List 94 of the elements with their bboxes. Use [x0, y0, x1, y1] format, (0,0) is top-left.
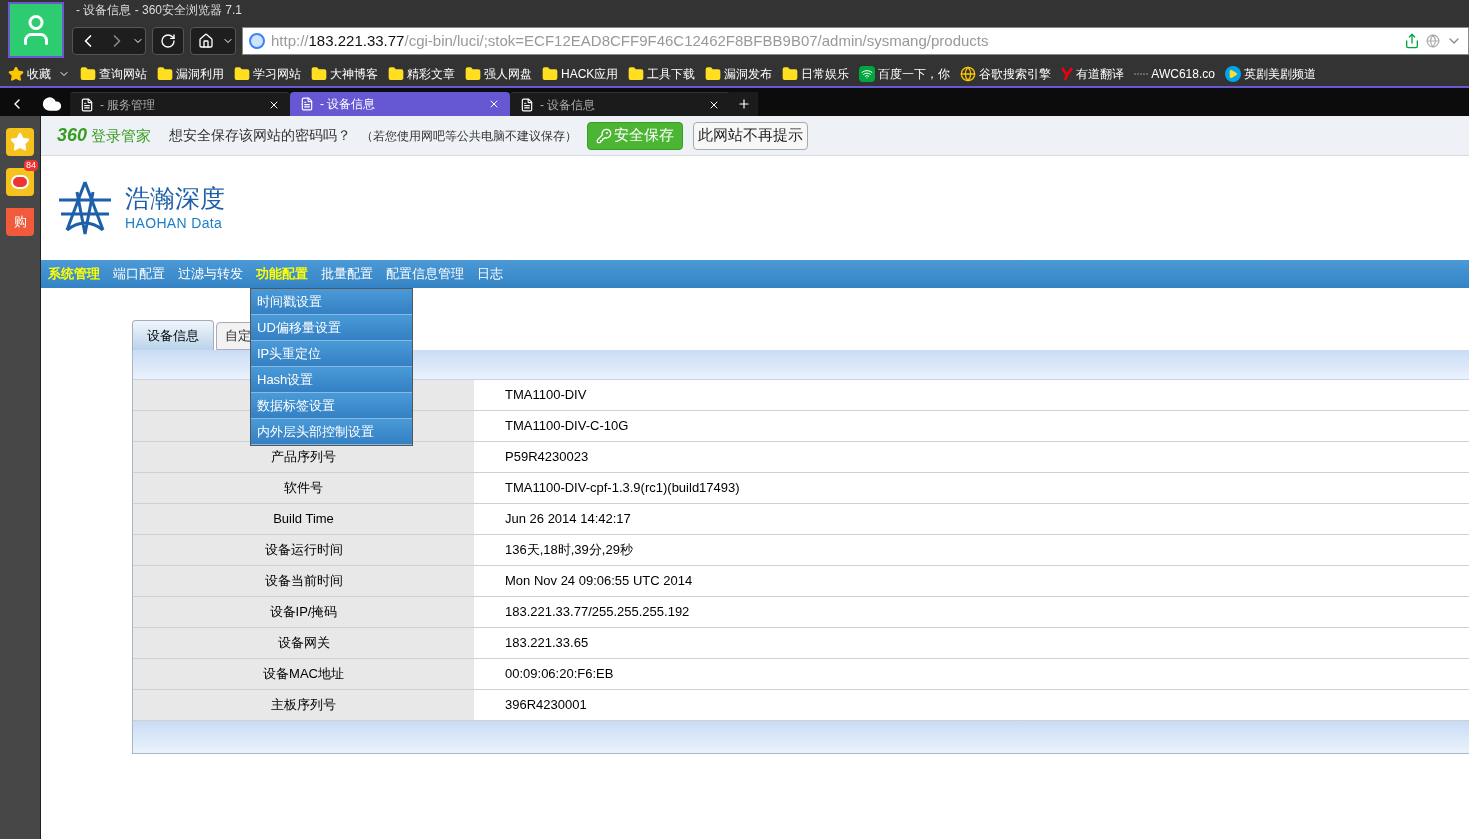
plus-icon	[737, 97, 751, 111]
folder-icon	[542, 66, 558, 82]
play-icon	[1224, 66, 1241, 82]
browser-mode-icon	[1426, 34, 1440, 48]
prompt-note: （若您使用网吧等公共电脑不建议保存）	[361, 127, 578, 145]
page-tab[interactable]: 设备信息	[132, 320, 214, 350]
avatar[interactable]	[8, 2, 64, 58]
row-value: 136天,18时,39分,29秒	[505, 541, 633, 560]
menu-item[interactable]: IP头重定位	[251, 341, 412, 367]
nav-item[interactable]: 过滤与转发	[178, 264, 243, 284]
row-value: TMA1100-DIV-cpf-1.3.9(rc1)(build17493)	[505, 479, 740, 498]
folder-icon	[388, 66, 404, 82]
folder-icon	[80, 66, 96, 82]
bookmark[interactable]: AWC618.co	[1134, 65, 1215, 83]
bookmark[interactable]: 工具下载	[628, 65, 696, 83]
save-password-prompt: 想安全保存该网站的密码吗？	[169, 126, 352, 145]
bookmark[interactable]: 漏洞利用	[157, 65, 224, 83]
row-label: 主板序列号	[271, 696, 336, 715]
folder-icon	[465, 66, 481, 82]
folder-icon	[311, 66, 327, 82]
y-logo-icon	[1061, 67, 1074, 81]
folder-icon	[234, 66, 250, 82]
dismiss-button[interactable]: 此网站不再提示	[693, 121, 809, 150]
url-text: http://183.221.33.77/cgi-bin/luci/;stok=ECF12EAD8CFF9F46C12462F8BFBB9B07/admin/sysmang/products	[271, 30, 990, 51]
folder-icon	[705, 66, 722, 82]
row-label: 软件号	[284, 479, 323, 498]
bookmark[interactable]: 大神博客	[311, 65, 378, 83]
address-bar[interactable]: http://183.221.33.77/cgi-bin/luci/;stok=ECF12EAD8CFF9F46C12462F8BFBB9B07/admin/sysmang/products	[242, 27, 1469, 55]
row-value: 183.221.33.65	[505, 634, 589, 653]
page-icon	[80, 97, 94, 112]
row-value: 183.221.33.77/255.255.255.192	[505, 603, 690, 622]
row-label: 产品序列号	[271, 448, 336, 467]
folder-icon	[628, 66, 645, 82]
folder-icon	[782, 66, 799, 82]
bookmark[interactable]: 谷歌搜索引擎	[960, 65, 1052, 83]
refresh-icon	[160, 33, 176, 49]
menu-item[interactable]: Hash设置	[251, 367, 412, 393]
row-value: 00:09:06:20:F6:EB	[505, 665, 614, 684]
dash-icon	[1134, 72, 1149, 76]
bookmark[interactable]: 查询网站	[80, 65, 147, 83]
page-icon	[520, 97, 534, 112]
browser-tab[interactable]: - 服务管理	[70, 92, 290, 116]
globe-icon	[960, 66, 977, 82]
key-icon	[596, 127, 613, 144]
logo-icon	[57, 180, 113, 236]
row-label: 设备IP/掩码	[269, 603, 338, 622]
row-label: 设备MAC地址	[263, 665, 344, 684]
bookmark[interactable]: 英剧美剧频道	[1224, 65, 1316, 83]
bookmark[interactable]: 收藏	[8, 65, 70, 83]
row-value: P59R4230023	[505, 448, 589, 467]
browser-tab[interactable]: - 设备信息	[510, 92, 730, 116]
menu-item[interactable]: 数据标签设置	[251, 393, 412, 419]
menu-item[interactable]: UD偏移量设置	[251, 315, 412, 341]
bookmark[interactable]: 百度一下，你	[859, 65, 951, 83]
bookmark[interactable]: 漏洞发布	[705, 65, 773, 83]
row-value: 396R4230001	[505, 696, 587, 715]
page-icon	[300, 97, 314, 111]
cloud-icon[interactable]	[42, 94, 62, 114]
menu-item[interactable]: 内外层头部控制设置	[251, 419, 412, 445]
wifi-icon	[859, 66, 876, 82]
row-value: TMA1100-DIV-C-10G	[505, 417, 629, 436]
weibo-sidebar-button[interactable]	[6, 168, 34, 196]
nav-item[interactable]: 端口配置	[113, 264, 165, 284]
star-icon	[10, 132, 30, 152]
home-icon	[198, 33, 214, 49]
row-value: Jun 26 2014 14:42:17	[505, 510, 631, 529]
page-icon	[249, 33, 265, 49]
bookmark[interactable]: HACK应用	[542, 65, 619, 83]
logo-name: 浩瀚深度	[125, 182, 225, 213]
star-icon	[8, 66, 24, 82]
nav-item[interactable]: 日志	[477, 264, 503, 284]
row-label: Build Time	[273, 510, 334, 529]
row-label: 设备当前时间	[264, 572, 343, 591]
bookmark[interactable]: 日常娱乐	[782, 65, 850, 83]
bookmark[interactable]: 有道翻译	[1061, 65, 1125, 83]
refresh-button[interactable]	[152, 27, 184, 55]
bookmark[interactable]: 精彩文章	[388, 65, 455, 83]
row-value: Mon Nov 24 09:06:55 UTC 2014	[505, 572, 693, 591]
menu-item[interactable]: 时间戳设置	[251, 289, 412, 315]
share-icon[interactable]	[1404, 33, 1420, 49]
row-label: 设备运行时间	[264, 541, 343, 560]
bookmark[interactable]: 强人网盘	[465, 65, 532, 83]
row-value: TMA1100-DIV	[505, 386, 587, 405]
browser-tab[interactable]: - 设备信息	[290, 92, 510, 116]
login-manager-brand: 360 登录管家	[57, 124, 152, 147]
row-label: 设备网关	[277, 634, 330, 653]
new-tab-button[interactable]	[730, 92, 758, 116]
window-title: - 设备信息 - 360安全浏览器 7.1	[75, 2, 244, 19]
notification-badge: 84	[24, 160, 38, 171]
folder-icon	[157, 66, 173, 82]
eye-logo-icon	[11, 175, 29, 189]
bookmark[interactable]: 学习网站	[234, 65, 301, 83]
logo-subtitle: HAOHAN Data	[125, 213, 224, 233]
nav-item[interactable]: 批量配置	[321, 264, 373, 284]
